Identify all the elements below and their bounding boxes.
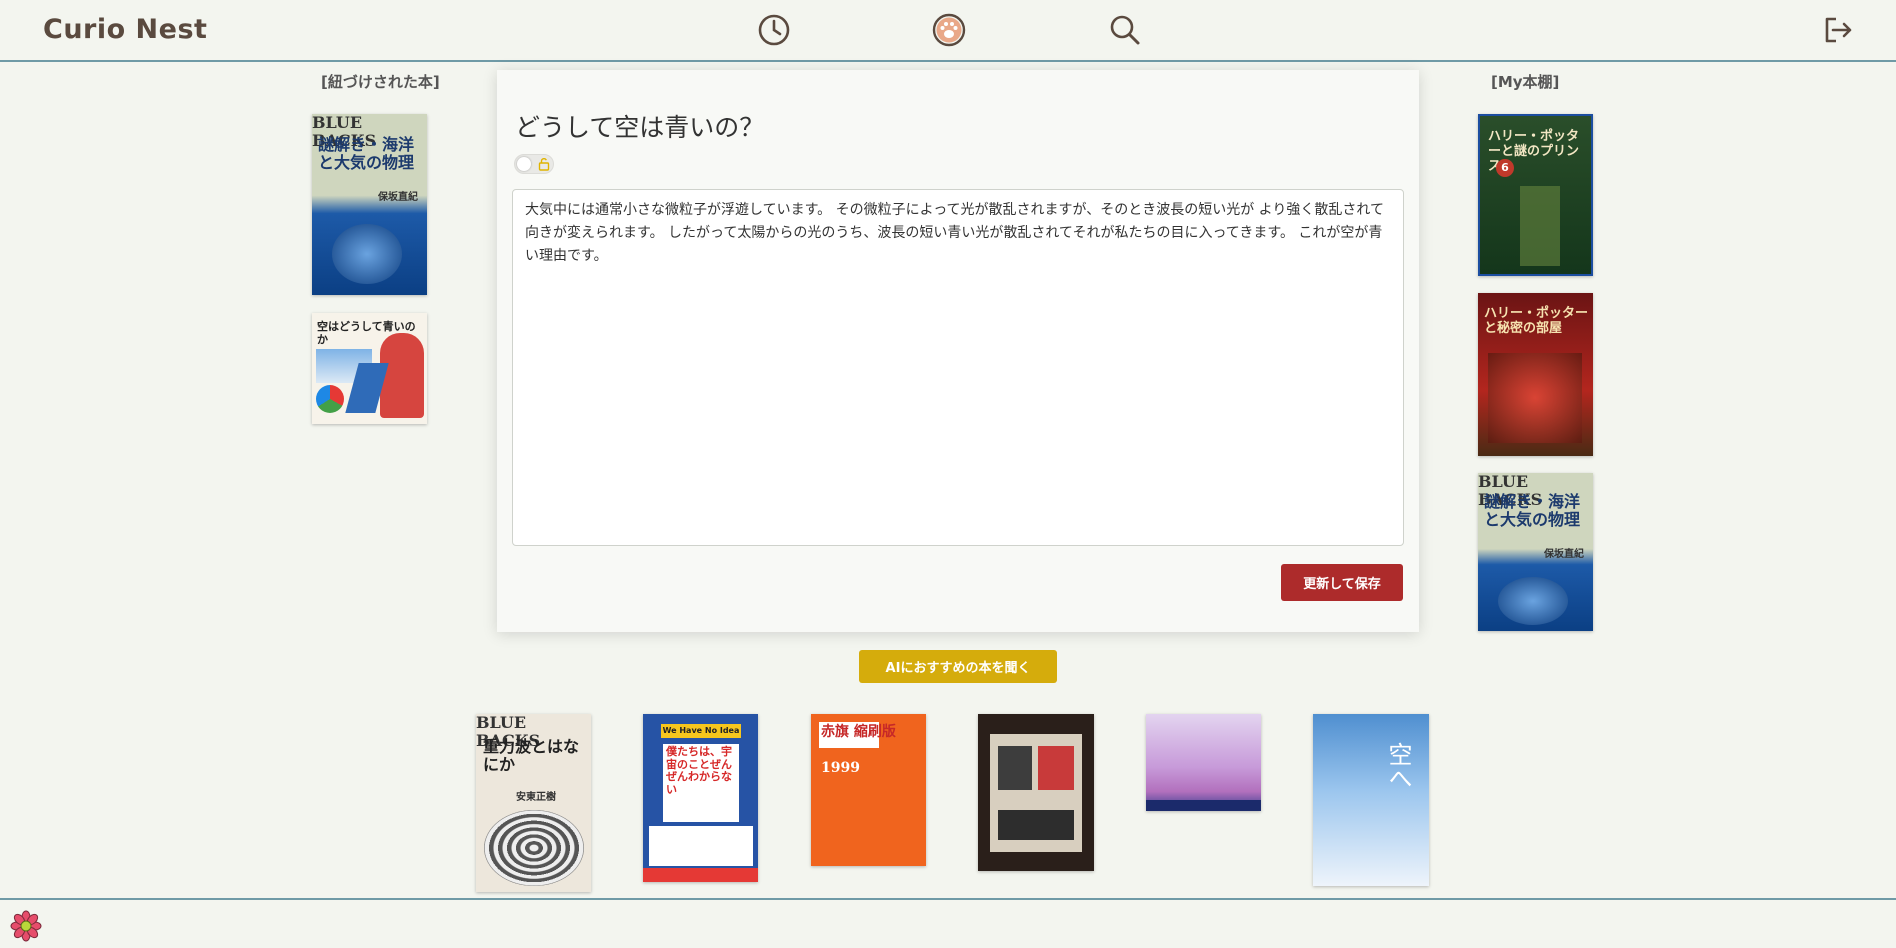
cover-art [998, 810, 1074, 840]
shelf-book-1[interactable]: ハリー・ポッターと謎のプリンス 6 [1478, 114, 1593, 276]
book-title: 重力波とはなにか [483, 737, 580, 775]
bottom-band [643, 868, 758, 882]
recommended-book-2[interactable]: We Have No Idea 僕たちは、宇宙のことぜんぜんわからない [643, 714, 758, 882]
my-bookshelf-title: [My本棚] [1491, 73, 1560, 91]
app-footer [0, 898, 1896, 948]
app-header: Curio Nest [0, 0, 1896, 62]
flower-logo-icon[interactable] [10, 910, 42, 942]
spiral-art [484, 810, 584, 886]
public-toggle[interactable] [514, 154, 554, 174]
logout-icon[interactable] [1820, 12, 1856, 48]
cover-art [1038, 746, 1074, 790]
app-title[interactable]: Curio Nest [43, 14, 207, 45]
series-label: BLUE BACKS [312, 114, 377, 151]
recommended-book-3[interactable]: 赤旗 縮刷版 1999 [811, 714, 926, 866]
series-label: BLUE BACKS [476, 714, 541, 751]
recommended-book-5[interactable] [1146, 714, 1261, 811]
earth-image [332, 224, 402, 284]
book-title: 謎解き・海洋と大気の物理 [318, 135, 415, 173]
unlock-icon [538, 158, 550, 171]
volume-badge: 6 [1496, 159, 1514, 177]
blurb-panel [649, 826, 753, 866]
save-button[interactable]: 更新して保存 [1281, 564, 1403, 601]
cover-art [1520, 186, 1560, 266]
history-icon[interactable] [756, 12, 792, 48]
book-title: 空へ [1384, 742, 1412, 790]
ai-recommend-button[interactable]: AIにおすすめの本を聞く [859, 650, 1057, 683]
book-author: 保坂直紀 [1544, 549, 1584, 560]
earth-image [1498, 577, 1568, 625]
book-title: 謎解き・海洋と大気の物理 [1484, 492, 1581, 530]
book-title: ハリー・ポッターと秘密の部屋 [1484, 306, 1589, 336]
linked-book-2[interactable]: 空はどうして青いのか [312, 313, 427, 424]
recommended-book-4[interactable] [978, 714, 1094, 871]
recommended-book-6[interactable]: 空へ [1313, 714, 1429, 886]
banner-text: We Have No Idea [661, 724, 741, 738]
toggle-knob [517, 157, 531, 171]
illustration [380, 333, 424, 418]
shelf-book-2[interactable]: ハリー・ポッターと秘密の部屋 [1478, 293, 1593, 456]
cover-art [1488, 353, 1582, 443]
answer-textarea[interactable]: 大気中には通常小さな微粒子が浮遊しています。 その微粒子によって光が散乱されます… [512, 189, 1404, 546]
recommended-book-1[interactable]: BLUE BACKS 重力波とはなにか 安東正樹 [476, 714, 591, 892]
color-wheel [316, 385, 344, 413]
book-title: 赤旗 縮刷版 [821, 724, 896, 740]
question-card: どうして空は青いの？ 大気中には通常小さな微粒子が浮遊しています。 その微粒子に… [497, 70, 1419, 632]
series-label: BLUE BACKS [1478, 473, 1543, 510]
book-title: 僕たちは、宇宙のことぜんぜんわからない [666, 745, 732, 796]
book-author: 保坂直紀 [378, 192, 418, 203]
shelf-book-3[interactable]: BLUE BACKS 謎解き・海洋と大気の物理 保坂直紀 [1478, 473, 1593, 631]
horizon [1146, 800, 1261, 811]
linked-books-title: [紐づけされた本] [321, 73, 440, 91]
book-year: 1999 [821, 760, 860, 776]
linked-book-1[interactable]: BLUE BACKS 謎解き・海洋と大気の物理 保坂直紀 [312, 114, 427, 295]
book-author: 安東正樹 [516, 792, 556, 803]
search-icon[interactable] [1107, 12, 1143, 48]
cover-art [998, 746, 1032, 790]
question-title: どうして空は青いの？ [515, 113, 765, 142]
paw-icon[interactable] [931, 12, 967, 48]
